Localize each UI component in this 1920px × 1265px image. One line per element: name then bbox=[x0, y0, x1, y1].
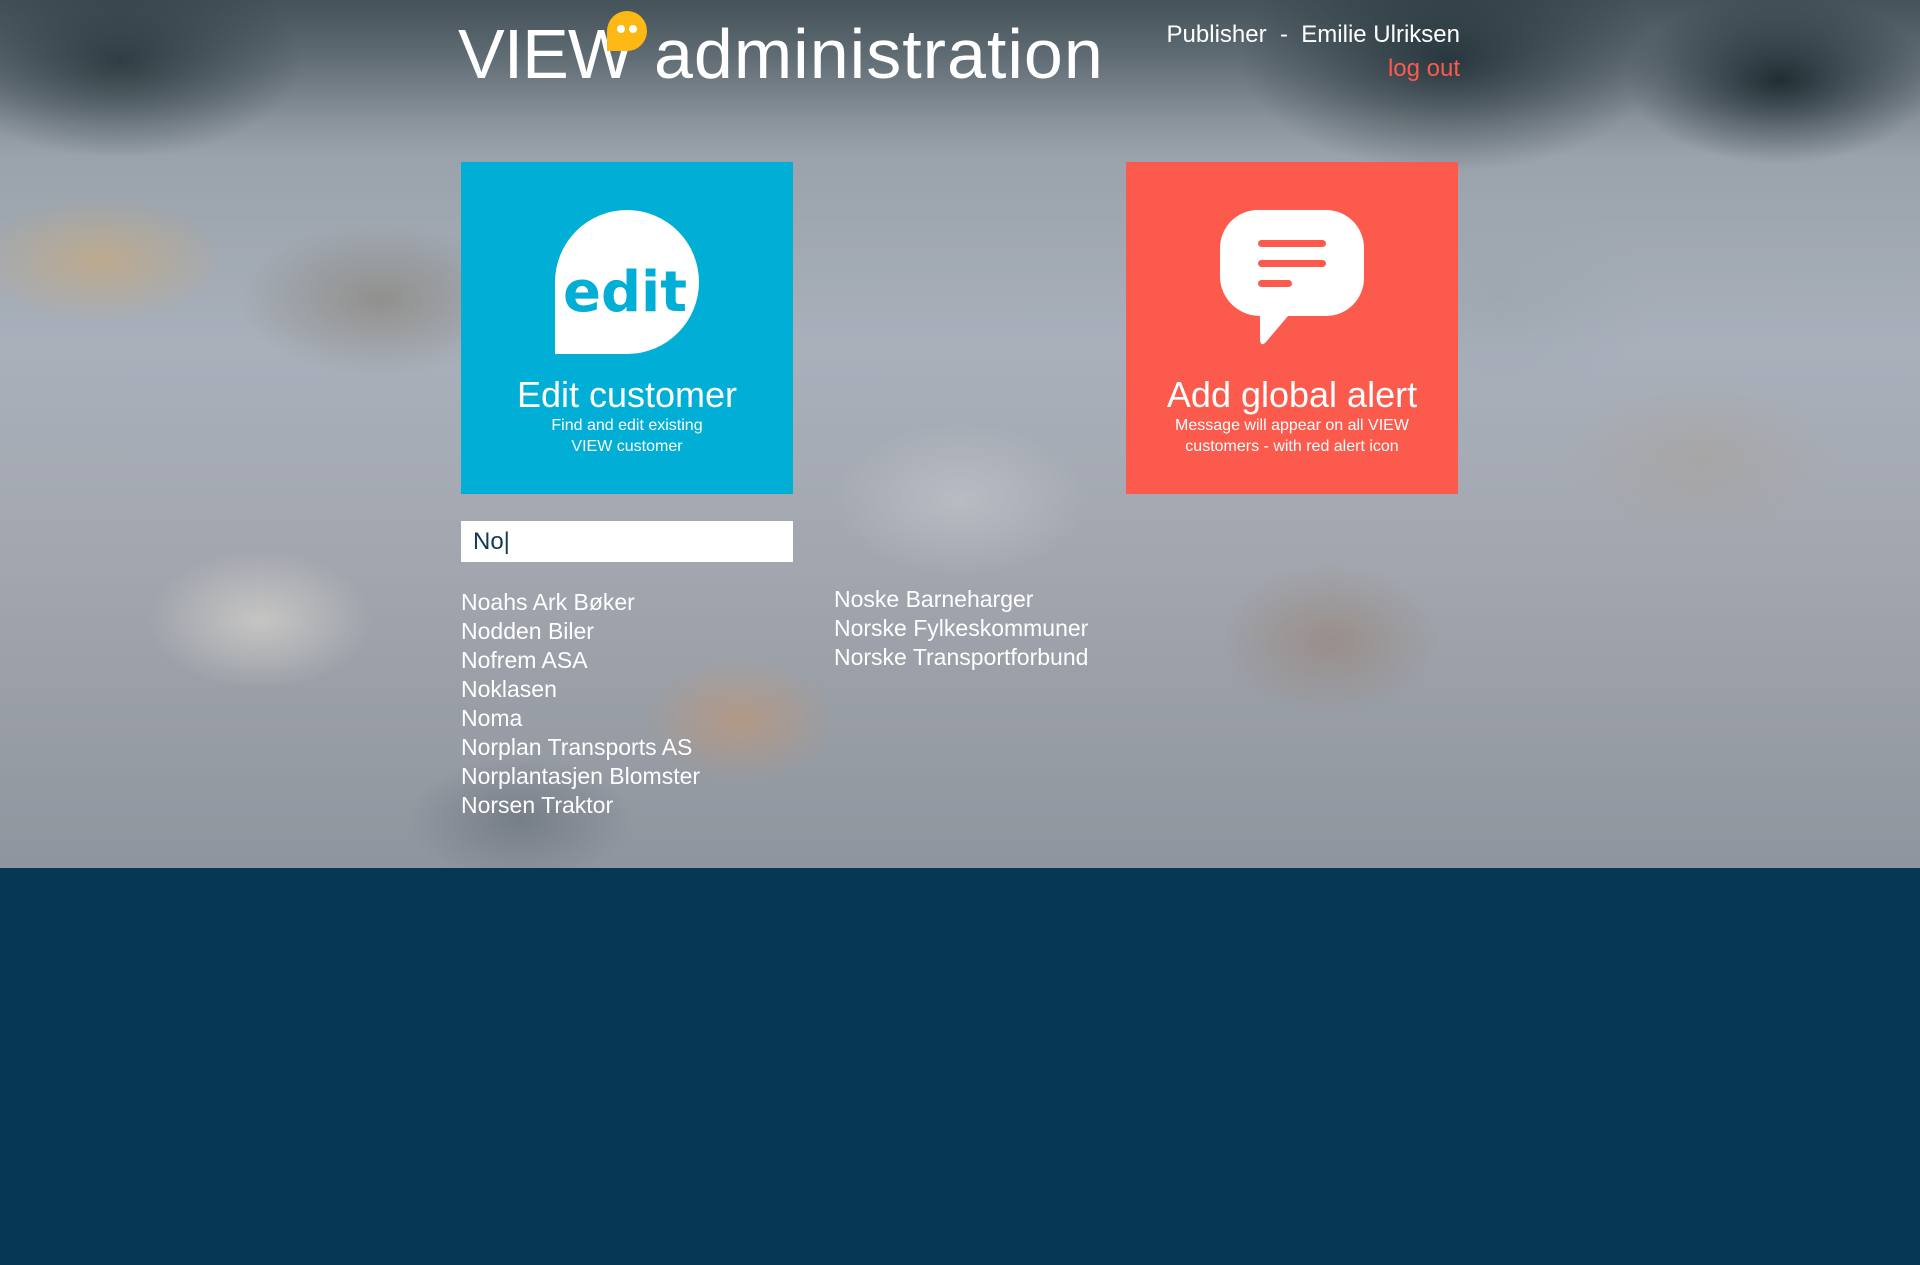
user-separator: - bbox=[1279, 21, 1288, 48]
search-result-item[interactable]: Norske Fylkeskommuner bbox=[834, 614, 1088, 643]
user-info: Publisher - Emilie Ulriksen bbox=[1167, 18, 1460, 52]
user-name: Emilie Ulriksen bbox=[1301, 21, 1460, 48]
search-result-item[interactable]: Noklasen bbox=[461, 675, 700, 704]
blurred-background-photo bbox=[0, 0, 1920, 868]
add-global-alert-description: Message will appear on all VIEW customer… bbox=[1175, 417, 1409, 455]
message-speech-bubble-icon bbox=[1220, 210, 1364, 345]
add-global-alert-tile[interactable]: Add global alert Message will appear on … bbox=[1126, 162, 1458, 494]
edit-customer-tile[interactable]: edit Edit customer Find and edit existin… bbox=[461, 162, 793, 494]
logout-link[interactable]: log out bbox=[1388, 52, 1460, 86]
page: VIEW administration Publisher - Emilie U… bbox=[0, 0, 1920, 1265]
search-result-item[interactable]: Noahs Ark Bøker bbox=[461, 588, 700, 617]
edit-customer-description: Find and edit existing VIEW customer bbox=[551, 417, 703, 455]
search-result-item[interactable]: Noma bbox=[461, 704, 700, 733]
search-result-item[interactable]: Noske Barneharger bbox=[834, 585, 1088, 614]
user-role: Publisher bbox=[1166, 21, 1267, 48]
edit-icon-text: edit bbox=[563, 260, 687, 325]
search-result-item[interactable]: Nodden Biler bbox=[461, 617, 700, 646]
search-result-item[interactable]: Norplan Transports AS bbox=[461, 733, 700, 762]
search-result-item[interactable]: Norplantasjen Blomster bbox=[461, 762, 700, 791]
logo-bubble-icon bbox=[607, 11, 647, 51]
search-results-column-1: Noahs Ark Bøker Nodden Biler Nofrem ASA … bbox=[461, 588, 700, 820]
search-result-item[interactable]: Norske Transportforbund bbox=[834, 643, 1088, 672]
search-result-item[interactable]: Nofrem ASA bbox=[461, 646, 700, 675]
edit-speech-bubble-icon: edit bbox=[555, 210, 699, 354]
add-global-alert-title: Add global alert bbox=[1166, 374, 1418, 415]
customer-search-input[interactable] bbox=[461, 521, 793, 562]
logo-product-text: administration bbox=[654, 15, 1104, 93]
search-result-item[interactable]: Norsen Traktor bbox=[461, 791, 700, 820]
user-area: Publisher - Emilie Ulriksen log out bbox=[1167, 18, 1460, 86]
search-results-column-2: Noske Barneharger Norske Fylkeskommuner … bbox=[834, 585, 1088, 672]
edit-customer-title: Edit customer bbox=[516, 374, 738, 415]
